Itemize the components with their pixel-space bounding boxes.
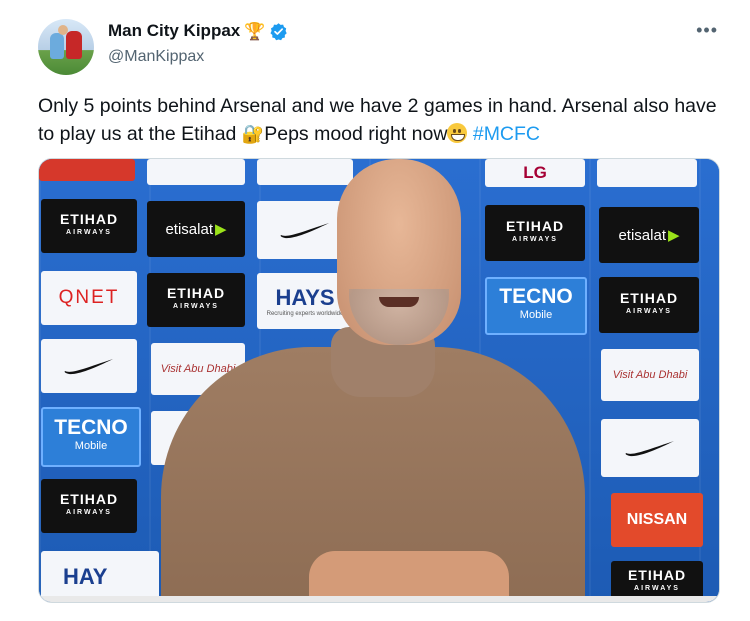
locked-key-icon: 🔐: [241, 124, 265, 144]
press-table: [39, 596, 719, 602]
sponsor-text: ETIHAD: [627, 566, 687, 583]
hashtag-link[interactable]: #MCFC: [473, 123, 540, 145]
display-name[interactable]: Man City Kippax: [108, 21, 240, 41]
avatar-figure: [66, 31, 82, 59]
person-smile: [379, 297, 419, 307]
avatar-figure: [50, 33, 64, 59]
tweet-text-part: Peps mood right now: [264, 123, 448, 145]
trophy-icon: 🏆: [244, 21, 266, 41]
tweet-card: Man City Kippax 🏆 @ManKippax ••• Only 5 …: [0, 0, 750, 621]
avatar[interactable]: [38, 19, 94, 75]
sponsor-subtext: AIRWAYS: [634, 584, 680, 592]
author-name-row[interactable]: Man City Kippax 🏆: [108, 21, 288, 41]
nike-swoosh-icon: [64, 359, 113, 375]
tweet-text: Only 5 points behind Arsenal and we have…: [38, 92, 728, 148]
more-options-button[interactable]: •••: [696, 20, 718, 41]
nike-swoosh-icon: [625, 441, 674, 457]
tweet-media-image[interactable]: LG ETIHAD AIRWAYS etisalat ▶ ETIHAD AIRWAYS…: [38, 158, 720, 603]
grinning-face-icon: [447, 123, 468, 143]
author-handle[interactable]: @ManKippax: [108, 48, 204, 66]
person-at-press-conference: [109, 159, 629, 602]
verified-badge-icon: [270, 22, 288, 40]
